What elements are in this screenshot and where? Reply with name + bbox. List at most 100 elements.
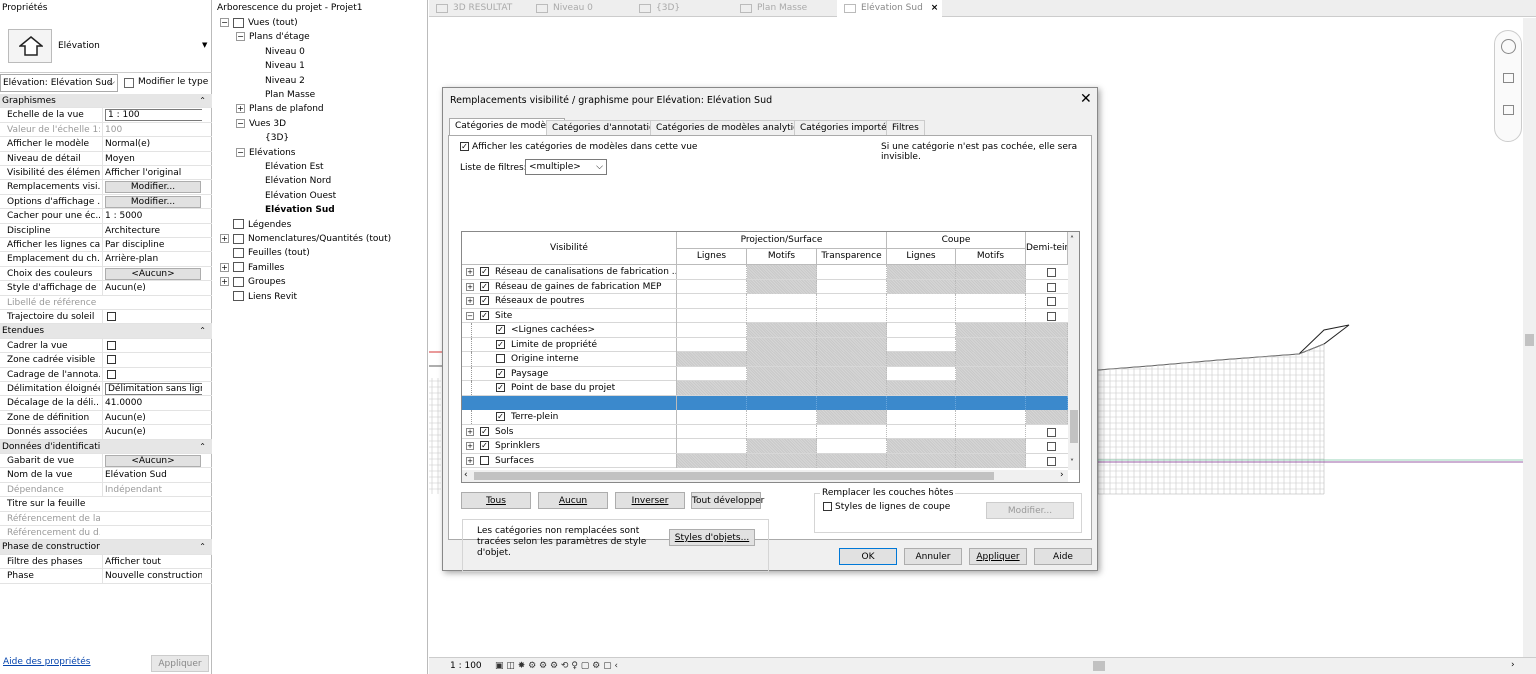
override-cell[interactable] — [817, 366, 887, 381]
scroll-up-icon[interactable]: ˄ — [1070, 235, 1074, 244]
override-cell[interactable] — [677, 265, 747, 279]
property-value-cell[interactable]: Normal(e) — [102, 137, 202, 152]
cut-line-styles-checkbox[interactable]: Styles de lignes de coupe — [823, 502, 950, 512]
property-value-cell[interactable]: Aucun(e) — [102, 281, 202, 296]
property-edit-button[interactable]: Modifier... — [105, 195, 201, 208]
filter-list-dropdown[interactable]: <multiple> ⌵ — [525, 159, 607, 175]
scroll-left-icon[interactable]: ‹ — [464, 470, 468, 480]
expand-toggle-icon[interactable]: + — [220, 262, 229, 272]
property-value-cell[interactable]: Nouvelle construction — [102, 569, 202, 584]
property-value-cell[interactable]: Moyen — [102, 151, 202, 166]
property-value-cell[interactable]: <Aucun> — [102, 454, 202, 468]
override-cell[interactable] — [747, 395, 817, 410]
property-checkbox[interactable] — [107, 355, 116, 365]
override-cell[interactable] — [956, 381, 1026, 395]
override-cell[interactable] — [747, 410, 817, 424]
browser-node[interactable]: + Nomenclatures/Quantités (tout) — [220, 232, 391, 246]
property-checkbox[interactable] — [107, 312, 116, 321]
property-value[interactable]: 41.0000 — [105, 398, 142, 408]
browser-node[interactable]: Plan Masse — [265, 88, 315, 102]
override-cell[interactable] — [677, 279, 747, 294]
show-categories-checkbox[interactable]: Afficher les catégories de modèles dans … — [460, 142, 697, 152]
col-cut-lines[interactable]: Lignes — [887, 249, 956, 265]
override-cell[interactable] — [887, 439, 956, 453]
property-checkbox[interactable] — [107, 369, 116, 379]
override-cell[interactable] — [747, 366, 817, 381]
view-tab[interactable]: 3D RESULTAT — [429, 0, 525, 17]
override-cell[interactable] — [747, 424, 817, 439]
override-cell[interactable] — [887, 424, 956, 439]
property-value-cell[interactable]: Afficher tout — [102, 554, 202, 569]
edit-host-layers-button[interactable]: Modifier... — [986, 502, 1074, 519]
col-visibility[interactable]: Visibilité — [462, 232, 677, 265]
override-cell[interactable] — [747, 337, 817, 352]
override-cell[interactable] — [677, 323, 747, 337]
override-cell[interactable] — [817, 294, 887, 308]
override-cell[interactable] — [956, 337, 1026, 352]
property-section-header[interactable]: Etendues ⌃ — [0, 324, 212, 339]
override-cell[interactable] — [677, 337, 747, 352]
close-icon[interactable]: × — [931, 3, 939, 13]
override-cell[interactable] — [817, 308, 887, 323]
browser-node[interactable]: − Elévations — [236, 146, 296, 160]
override-cell[interactable] — [817, 337, 887, 352]
property-value-cell[interactable]: Elévation Sud — [102, 468, 202, 483]
override-cell[interactable] — [817, 439, 887, 453]
invert-button[interactable]: Inverser — [615, 492, 685, 509]
browser-node[interactable]: + Plans de plafond — [236, 102, 324, 116]
halftone-checkbox[interactable] — [1047, 311, 1056, 321]
grid-scrollbar-thumb[interactable] — [1070, 410, 1078, 443]
property-value-cell[interactable] — [102, 367, 202, 382]
zoom-icon[interactable] — [1503, 73, 1514, 83]
close-icon[interactable]: ✕ — [1080, 91, 1092, 107]
property-value[interactable]: Aucun(e) — [105, 427, 146, 437]
category-row[interactable]: <Lignes cachées> — [462, 323, 1068, 338]
override-cell[interactable] — [956, 352, 1026, 366]
browser-node[interactable]: Légendes — [233, 218, 291, 232]
expand-toggle-icon[interactable]: − — [236, 147, 245, 157]
category-row[interactable]: Terre-plein — [462, 410, 1068, 425]
view-tab[interactable]: Niveau 0 — [529, 0, 627, 17]
halftone-checkbox[interactable] — [1047, 456, 1056, 466]
property-value[interactable]: Aucun(e) — [105, 283, 146, 293]
property-value-cell[interactable] — [102, 338, 202, 353]
browser-node[interactable]: Elévation Sud — [265, 203, 335, 217]
property-value-cell[interactable]: Afficher l'original — [102, 166, 202, 180]
category-row[interactable]: +Réseau de gaines de fabrication MEP — [462, 279, 1068, 294]
scroll-down-icon[interactable]: ˅ — [1070, 458, 1074, 467]
expand-toggle-icon[interactable]: + — [220, 234, 229, 243]
none-button[interactable]: Aucun — [538, 492, 608, 509]
override-cell[interactable] — [887, 337, 956, 352]
override-cell[interactable] — [747, 323, 817, 337]
browser-node[interactable]: Niveau 1 — [265, 59, 305, 73]
help-button[interactable]: Aide — [1034, 548, 1092, 565]
grid-vertical-scrollbar[interactable]: ˄ ˅ — [1068, 232, 1079, 470]
halftone-checkbox[interactable] — [1047, 297, 1056, 306]
scroll-right-icon[interactable]: › — [1511, 660, 1515, 670]
category-row[interactable]: +Sprinklers — [462, 439, 1068, 454]
edit-type-button[interactable]: Modifier le type — [120, 74, 212, 92]
object-styles-button[interactable]: Styles d'objets... — [669, 529, 755, 546]
property-input[interactable]: Délimitation sans ligne — [105, 383, 202, 395]
override-cell[interactable] — [956, 366, 1026, 381]
property-value[interactable]: Architecture — [105, 226, 160, 236]
category-row[interactable]: Point de topographie — [462, 395, 1068, 410]
override-cell[interactable] — [817, 279, 887, 294]
override-cell[interactable] — [956, 424, 1026, 439]
property-edit-button[interactable]: Modifier... — [105, 181, 201, 194]
override-cell[interactable] — [887, 265, 956, 279]
override-cell[interactable] — [747, 352, 817, 366]
property-value-cell[interactable]: <Aucun> — [102, 266, 202, 281]
apply-dialog-button[interactable]: Appliquer — [969, 548, 1027, 565]
view-tab[interactable]: Plan Masse — [733, 0, 833, 17]
override-cell[interactable] — [747, 381, 817, 395]
view-tab[interactable]: {3D} — [632, 0, 729, 17]
category-row[interactable]: −Site — [462, 308, 1068, 323]
override-cell[interactable] — [956, 308, 1026, 323]
override-cell[interactable] — [956, 279, 1026, 294]
override-cell[interactable] — [677, 453, 747, 468]
property-input[interactable]: 1 : 100 — [105, 109, 202, 122]
grid-hscroll-thumb[interactable] — [474, 472, 994, 480]
browser-node[interactable]: Elévation Ouest — [265, 189, 336, 203]
category-row[interactable]: +Réseau de canalisations de fabrication … — [462, 265, 1068, 280]
